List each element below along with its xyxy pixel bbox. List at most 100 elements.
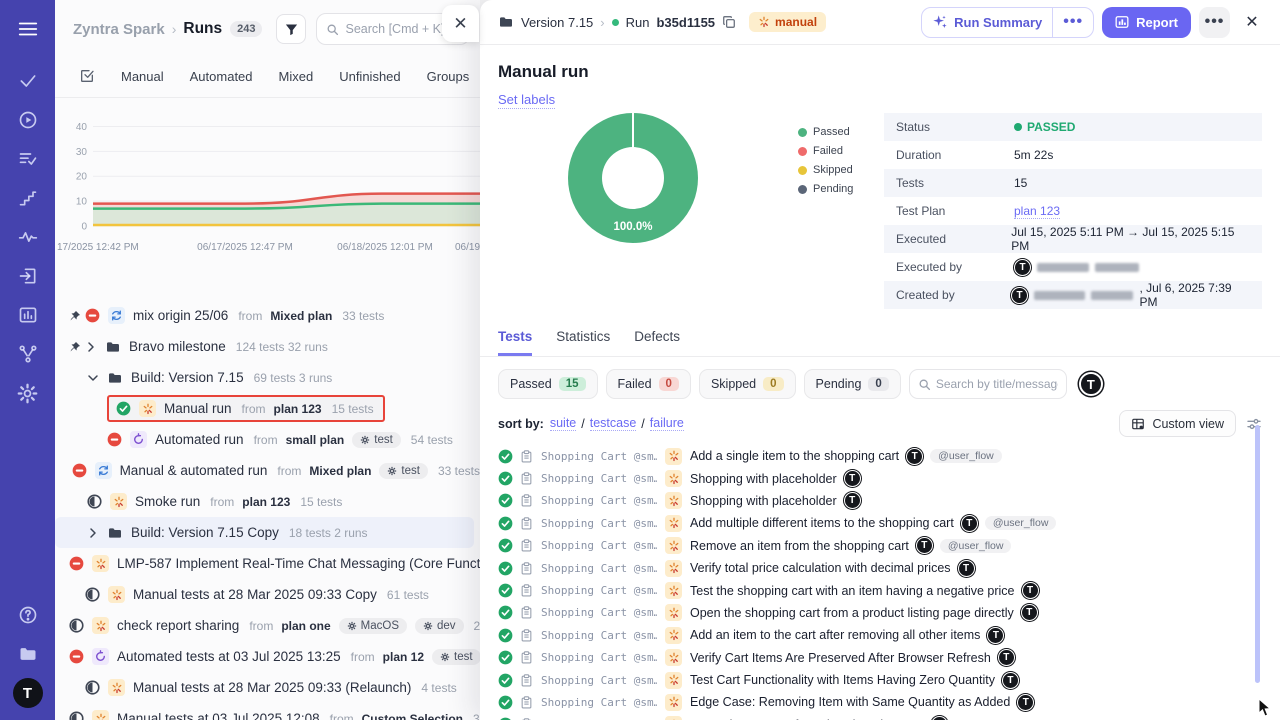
run-name: Manual run [164, 401, 232, 416]
status-filter-chips: Passed15 Failed0 Skipped0 Pending0 [498, 369, 901, 399]
suite-name: Shopping Cart @sm… [541, 651, 657, 664]
chevron-right-icon[interactable] [87, 527, 99, 539]
test-tag-badge: @user_flow [930, 449, 1002, 463]
manual-type-icon [665, 582, 682, 599]
test-result-row[interactable]: Shopping Cart @sm…Test Cart Functionalit… [480, 669, 1280, 691]
test-result-row[interactable]: Shopping Cart @sm…Verify Cart Items Are … [480, 647, 1280, 669]
tab-tests[interactable]: Tests [498, 329, 532, 356]
test-result-list: Shopping Cart @sm…Add a single item to t… [480, 443, 1280, 720]
tests-search-input[interactable] [936, 377, 1058, 391]
run-group-item[interactable]: Build: Version 7.1569 tests 3 runs [55, 362, 480, 393]
run-tree-item[interactable]: Automated tests at 03 Jul 2025 13:25from… [55, 641, 480, 672]
test-plans-icon[interactable] [13, 144, 43, 174]
run-summary-button[interactable]: Run Summary ••• [921, 7, 1094, 38]
run-tree-item[interactable]: mix origin 25/06fromMixed plan33 tests [55, 300, 480, 331]
run-tree-item[interactable]: Manual tests at 03 Jul 2025 12:08fromCus… [55, 703, 480, 720]
run-group-item[interactable]: Bravo milestone124 tests 32 runs [55, 331, 480, 362]
run-details-table: StatusPASSEDDuration5m 22sTests15Test Pl… [884, 113, 1262, 309]
sort-testcase-link[interactable]: testcase [590, 416, 637, 431]
suite-name: Shopping Cart @sm… [541, 584, 657, 597]
more-actions-button[interactable]: ••• [1199, 7, 1230, 38]
detail-value[interactable]: plan 123 [1014, 204, 1060, 219]
tests-search[interactable] [909, 369, 1067, 399]
sort-failure-link[interactable]: failure [650, 416, 684, 431]
run-tree-item[interactable]: Manual tests at 28 Mar 2025 09:33 (Relau… [55, 672, 480, 703]
help-icon[interactable] [13, 600, 43, 630]
suite-name: Shopping Cart @sm… [541, 472, 657, 485]
chevron-right-icon[interactable] [85, 341, 97, 353]
from-label: from [277, 464, 301, 478]
chevron-down-icon[interactable] [87, 372, 99, 384]
tab-manual[interactable]: Manual [121, 69, 164, 84]
assignee-avatar: T [916, 537, 933, 554]
test-result-row[interactable]: Shopping Cart @sm…Removing an Item from … [480, 714, 1280, 720]
search-icon [918, 378, 931, 391]
settings-icon[interactable] [13, 378, 43, 408]
test-result-row[interactable]: Shopping Cart @sm…Edge Case: Removing It… [480, 691, 1280, 713]
detail-value: T [1014, 259, 1139, 276]
assignee-filter-avatar[interactable]: T [1079, 372, 1103, 396]
run-name: Automated run [155, 432, 244, 447]
test-result-row[interactable]: Shopping Cart @sm…Shopping with placehol… [480, 490, 1280, 512]
traceability-icon[interactable] [13, 339, 43, 369]
tab-unfinished[interactable]: Unfinished [339, 69, 400, 84]
test-result-row[interactable]: Shopping Cart @sm…Open the shopping cart… [480, 602, 1280, 624]
test-result-row[interactable]: Shopping Cart @sm…Add a single item to t… [480, 445, 1280, 467]
run-tree-item[interactable]: Automated runfromsmall plantest54 tests [55, 424, 480, 455]
testcase-icon [520, 629, 533, 642]
filter-failed-button[interactable]: Failed0 [606, 369, 691, 399]
set-labels-link[interactable]: Set labels [498, 92, 555, 109]
custom-view-button[interactable]: Custom view [1119, 410, 1236, 437]
copy-icon[interactable] [722, 15, 736, 29]
breadcrumb-project[interactable]: Zyntra Spark [73, 21, 165, 38]
from-label: from [254, 433, 278, 447]
filter-pending-button[interactable]: Pending0 [804, 369, 901, 399]
tab-automated[interactable]: Automated [190, 69, 253, 84]
activity-icon[interactable] [13, 222, 43, 252]
legend-item-skipped: Skipped [798, 164, 853, 176]
tests-icon[interactable] [13, 66, 43, 96]
tab-defects[interactable]: Defects [634, 329, 680, 356]
test-result-row[interactable]: Shopping Cart @sm…Test the shopping cart… [480, 579, 1280, 601]
milestones-icon[interactable] [13, 183, 43, 213]
select-all-icon[interactable] [79, 67, 95, 85]
run-tree-item[interactable]: Manual tests at 28 Mar 2025 09:33 Copy61… [55, 579, 480, 610]
filter-button[interactable] [276, 14, 306, 44]
profile-avatar[interactable]: T [13, 678, 43, 708]
run-type-mixed-icon [108, 307, 125, 324]
run-tree-item[interactable]: Manual runfromplan 12315 tests [55, 393, 480, 424]
drawer-close-button[interactable]: ✕ [442, 5, 479, 42]
run-summary-more-button[interactable]: ••• [1053, 13, 1093, 31]
run-tree-item[interactable]: LMP-587 Implement Real-Time Chat Messagi… [55, 548, 480, 579]
run-tree-item[interactable]: check report sharingfromplan oneMacOSdev… [55, 610, 480, 641]
report-button[interactable]: Report [1102, 7, 1191, 38]
test-title: Verify total price calculation with deci… [690, 561, 951, 575]
sort-suite-link[interactable]: suite [550, 416, 576, 431]
test-result-row[interactable]: Shopping Cart @sm…Add an item to the car… [480, 624, 1280, 646]
runs-icon[interactable] [13, 105, 43, 135]
run-meta: 69 tests 3 runs [254, 371, 333, 385]
filter-skipped-button[interactable]: Skipped0 [699, 369, 796, 399]
menu-icon[interactable] [13, 14, 43, 44]
filter-passed-button[interactable]: Passed15 [498, 369, 598, 399]
drawer-breadcrumb-folder[interactable]: Version 7.15 [521, 15, 593, 30]
test-result-row[interactable]: Shopping Cart @sm…Verify total price cal… [480, 557, 1280, 579]
run-tree-item[interactable]: Smoke runfromplan 12315 tests [55, 486, 480, 517]
test-list-scrollbar[interactable] [1255, 425, 1260, 683]
test-result-row[interactable]: Shopping Cart @sm…Shopping with placehol… [480, 467, 1280, 489]
projects-icon[interactable] [13, 639, 43, 669]
test-result-row[interactable]: Shopping Cart @sm…Remove an item from th… [480, 535, 1280, 557]
testcase-icon [520, 674, 533, 687]
svg-text:06/18/2025 12:01 PM: 06/18/2025 12:01 PM [337, 242, 433, 253]
reports-icon[interactable] [13, 300, 43, 330]
runs-trend-chart: 01020304017/2025 12:42 PM06/17/2025 12:4… [55, 98, 480, 262]
tab-statistics[interactable]: Statistics [556, 329, 610, 356]
test-result-row[interactable]: Shopping Cart @sm…Add multiple different… [480, 512, 1280, 534]
tab-mixed[interactable]: Mixed [279, 69, 314, 84]
run-tree-item[interactable]: Manual & automated runfromMixed plantest… [55, 455, 480, 486]
imports-icon[interactable] [13, 261, 43, 291]
status-progress-icon [85, 680, 100, 695]
tab-groups[interactable]: Groups [427, 69, 470, 84]
run-group-item[interactable]: Build: Version 7.15 Copy18 tests 2 runs [55, 517, 474, 548]
close-drawer-icon-button[interactable]: ✕ [1238, 8, 1266, 36]
